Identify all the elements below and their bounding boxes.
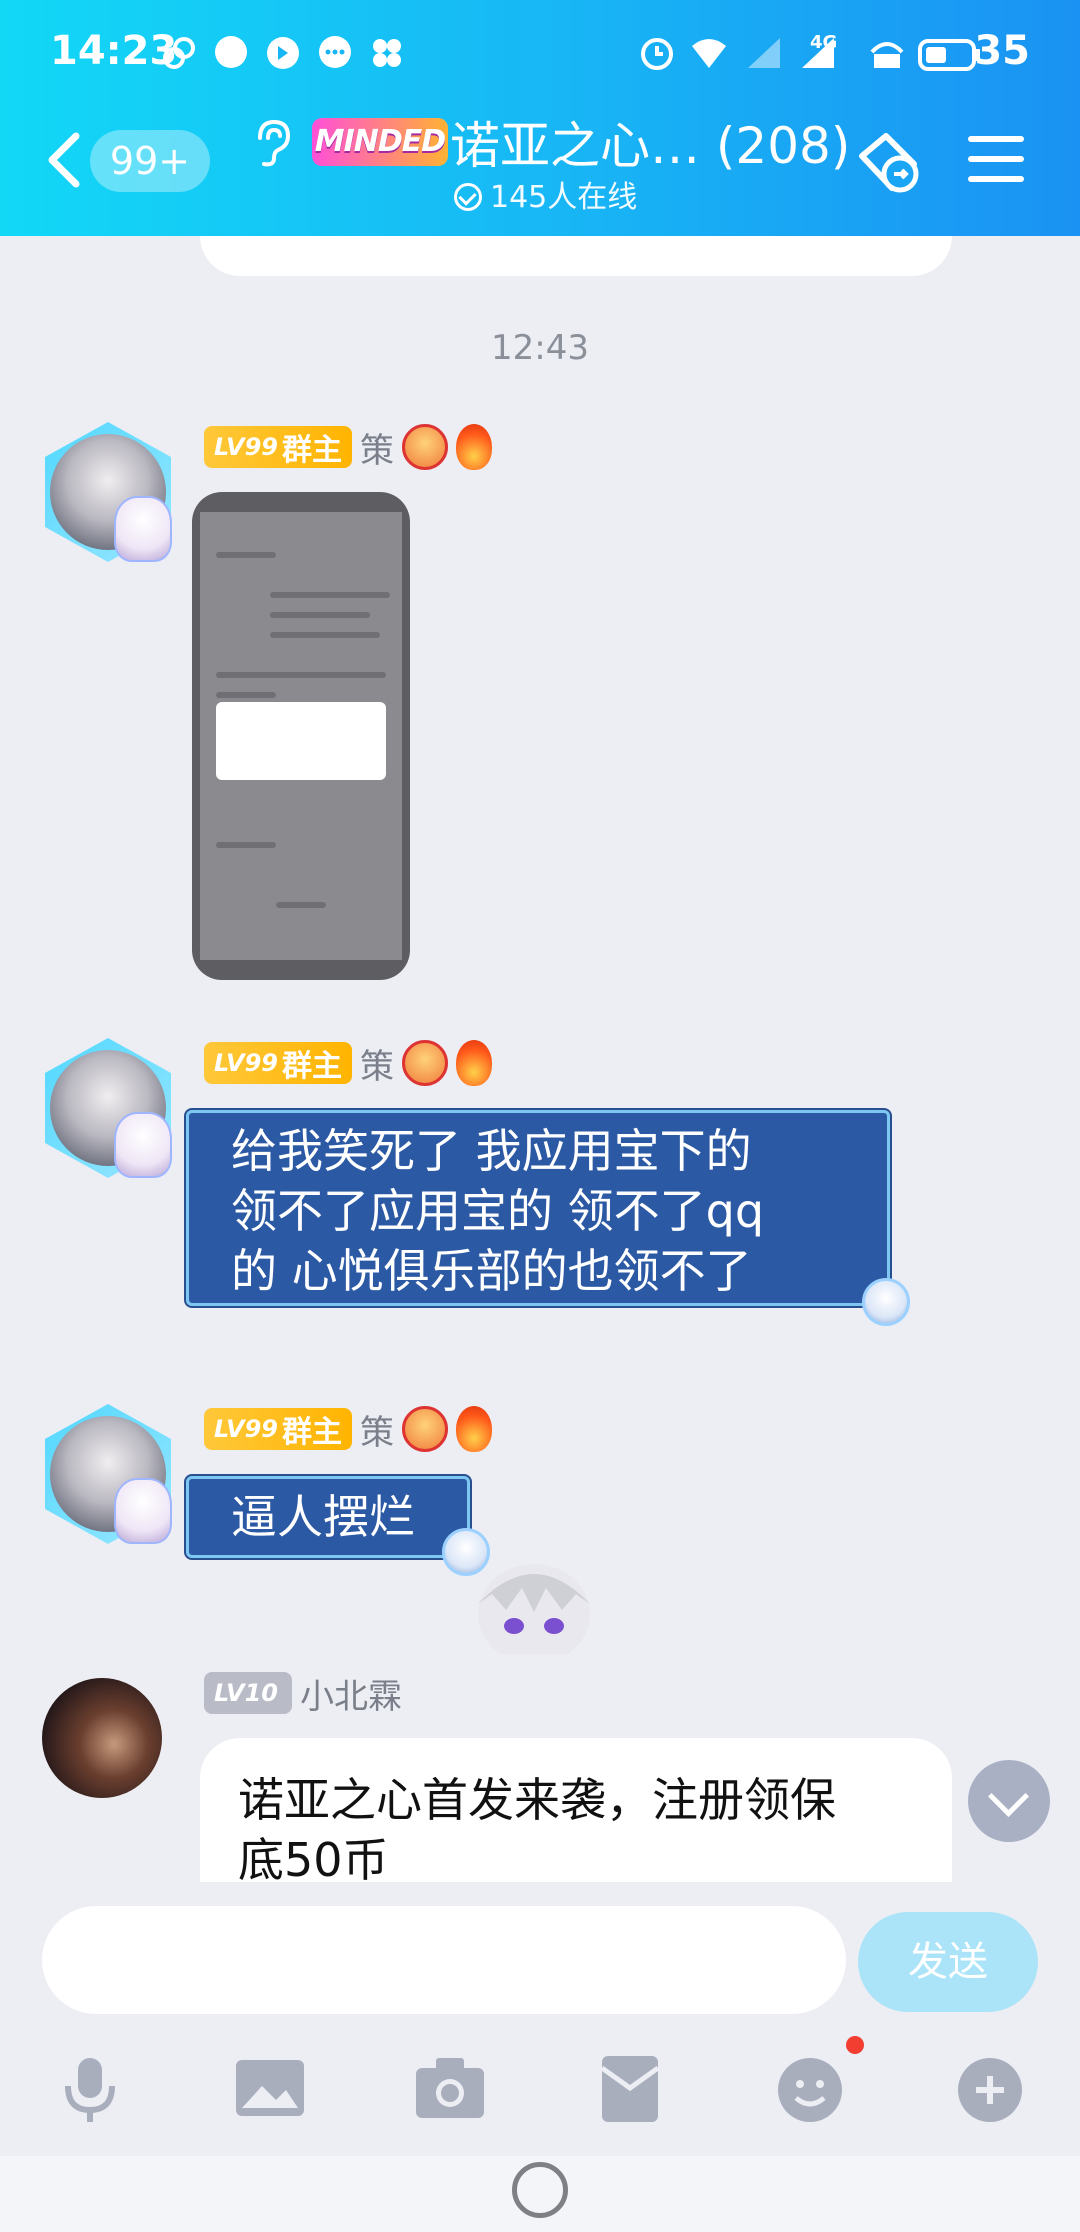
signal-icon (802, 38, 834, 68)
link-icon (163, 37, 195, 69)
system-nav-bar (0, 2156, 1080, 2232)
avatar[interactable] (38, 1404, 178, 1544)
status-time: 14:23 (50, 28, 178, 74)
level-badge: LV10 (204, 1672, 292, 1714)
battery-level: 35 (974, 28, 1030, 74)
fire-icon (455, 424, 492, 470)
message-bubble[interactable]: 逼人摆烂 (186, 1476, 470, 1558)
group-logo: MINDED (312, 118, 448, 166)
message-line: 领不了应用宝的 领不了qq (231, 1184, 765, 1238)
image-message[interactable] (192, 492, 410, 980)
sender-info: LV10 小北霖 (204, 1668, 402, 1718)
camera-icon[interactable] (410, 2048, 490, 2128)
chat-bubble-icon (215, 36, 247, 68)
signal-weak-icon (748, 38, 780, 68)
wifi-icon (692, 39, 726, 68)
sender-name[interactable]: 策 (360, 423, 394, 472)
group-title[interactable]: 诺亚之心… (208) (450, 106, 850, 178)
level-badge: LV99 群主 (204, 426, 352, 468)
message-line: 的 心悦俱乐部的也领不了 (231, 1244, 752, 1298)
message-line: 逼人摆烂 (231, 1490, 415, 1544)
fortune-god-icon (401, 1406, 448, 1452)
message-line: 给我笑死了 我应用宝下的 (231, 1124, 752, 1178)
bubble-sticker-icon (862, 1278, 910, 1326)
send-button[interactable]: 发送 (858, 1912, 1038, 2012)
plus-icon[interactable] (950, 2048, 1030, 2128)
sender-info: LV99 群主 策 (204, 1404, 492, 1454)
chibi-decoration (114, 496, 172, 562)
chat-header: 14:23 4G 35 99+ MINDED 诺亚之心… (208) 145人在… (0, 0, 1080, 236)
chibi-decoration (114, 1112, 172, 1178)
sender-name[interactable]: 小北霖 (300, 1669, 402, 1718)
message-bubble[interactable]: 诺亚之心首发来袭，注册领保 底50币 (200, 1738, 952, 1882)
previous-message-bubble (200, 236, 952, 276)
tag-share-icon[interactable] (852, 126, 926, 200)
battery-icon (918, 39, 980, 71)
message-line: 底50币 (238, 1833, 389, 1882)
image-icon[interactable] (230, 2048, 310, 2128)
red-packet-icon[interactable] (590, 2048, 670, 2128)
message-icon (319, 36, 351, 68)
sender-name[interactable]: 策 (360, 1405, 394, 1454)
check-circle-icon (454, 183, 482, 211)
message-bubble[interactable]: 给我笑死了 我应用宝下的 领不了应用宝的 领不了qq 的 心悦俱乐部的也领不了 (186, 1110, 890, 1306)
home-button[interactable] (512, 2162, 568, 2218)
sender-info: LV99 群主 策 (204, 1038, 492, 1088)
microphone-icon[interactable] (50, 2048, 130, 2128)
app-icon (267, 37, 299, 69)
clover-icon (373, 39, 401, 67)
fire-icon (455, 1406, 492, 1452)
status-bar: 14:23 4G 35 (0, 22, 1080, 86)
emoji-icon[interactable] (770, 2048, 850, 2128)
avatar[interactable] (38, 1038, 178, 1178)
sender-info: LV99 群主 策 (204, 422, 492, 472)
notification-dot (846, 2036, 864, 2054)
fortune-god-icon (401, 1040, 448, 1086)
input-bar: 发送 (0, 1882, 1080, 2026)
back-button[interactable] (44, 130, 84, 190)
level-badge: LV99 群主 (204, 1042, 352, 1084)
hd-call-icon (870, 42, 904, 68)
online-text: 145人在线 (490, 180, 638, 215)
avatar[interactable] (38, 422, 178, 562)
chibi-sticker-icon (478, 1564, 590, 1654)
scroll-to-bottom-button[interactable] (968, 1760, 1050, 1842)
message-input[interactable] (42, 1906, 846, 2014)
ear-icon[interactable] (250, 118, 292, 168)
online-count: 145人在线 (454, 172, 637, 216)
fire-icon (455, 1040, 492, 1086)
input-toolbar (0, 2026, 1080, 2156)
alarm-icon (641, 38, 673, 70)
chibi-decoration (114, 1478, 172, 1544)
avatar[interactable] (42, 1678, 162, 1798)
message-line: 诺亚之心首发来袭，注册领保 (238, 1773, 836, 1827)
menu-icon[interactable] (968, 136, 1024, 184)
unread-badge[interactable]: 99+ (90, 130, 210, 192)
level-badge: LV99 群主 (204, 1408, 352, 1450)
sender-name[interactable]: 策 (360, 1039, 394, 1088)
fortune-god-icon (401, 424, 448, 470)
message-timestamp: 12:43 (491, 328, 589, 368)
